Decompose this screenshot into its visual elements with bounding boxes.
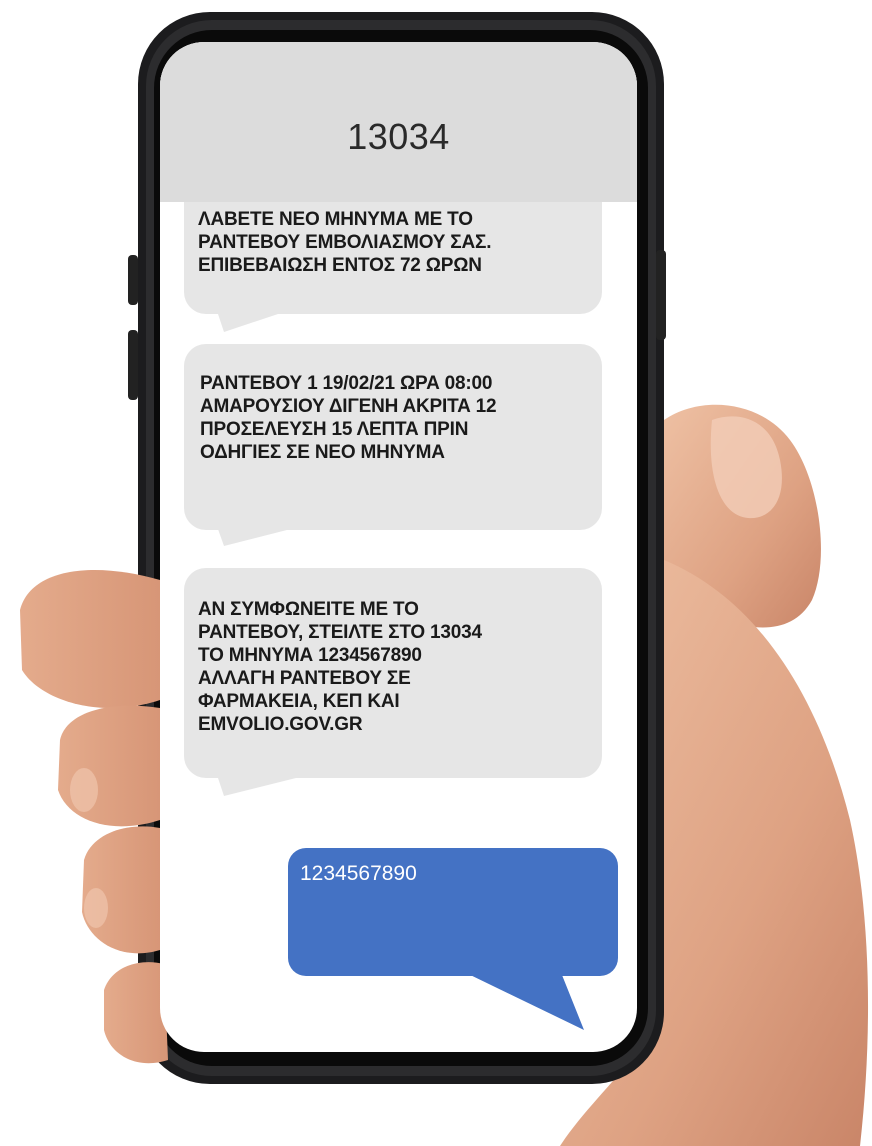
- contact-name: 13034: [347, 116, 450, 157]
- incoming-message[interactable]: ΡΑΝΤΕΒΟΥ 1 19/02/21 ΩΡΑ 08:00 ΑΜΑΡΟΥΣΙΟΥ…: [184, 344, 602, 530]
- outgoing-bubble-tail: [460, 970, 584, 1030]
- message-text: 1234567890: [300, 862, 417, 885]
- bubble-tail: [214, 766, 344, 796]
- outgoing-message[interactable]: 1234567890: [288, 848, 618, 976]
- conversation-header-overlay: 13034: [160, 42, 637, 202]
- message-text: ΡΑΝΤΕΒΟΥ 1 19/02/21 ΩΡΑ 08:00 ΑΜΑΡΟΥΣΙΟΥ…: [200, 373, 497, 463]
- message-text: ΛΑΒΕΤΕ ΝΕΟ ΜΗΝΥΜΑ ΜΕ ΤΟ ΡΑΝΤΕΒΟΥ ΕΜΒΟΛΙΑ…: [198, 209, 492, 276]
- incoming-message[interactable]: ΑΝ ΣΥΜΦΩΝΕΙΤΕ ΜΕ ΤΟ ΡΑΝΤΕΒΟΥ, ΣΤΕΙΛΤΕ ΣΤ…: [184, 568, 602, 778]
- bubble-tail: [214, 302, 314, 332]
- photo-scene: 13034 ΛΑΒΕΤΕ ΝΕΟ ΜΗΝΥΜΑ ΜΕ ΤΟ ΡΑΝΤΕΒΟΥ Ε…: [0, 0, 872, 1146]
- phone-screen: 13034 ΛΑΒΕΤΕ ΝΕΟ ΜΗΝΥΜΑ ΜΕ ΤΟ ΡΑΝΤΕΒΟΥ Ε…: [160, 42, 637, 1052]
- bubble-tail: [214, 518, 334, 546]
- message-text: ΑΝ ΣΥΜΦΩΝΕΙΤΕ ΜΕ ΤΟ ΡΑΝΤΕΒΟΥ, ΣΤΕΙΛΤΕ ΣΤ…: [198, 599, 482, 735]
